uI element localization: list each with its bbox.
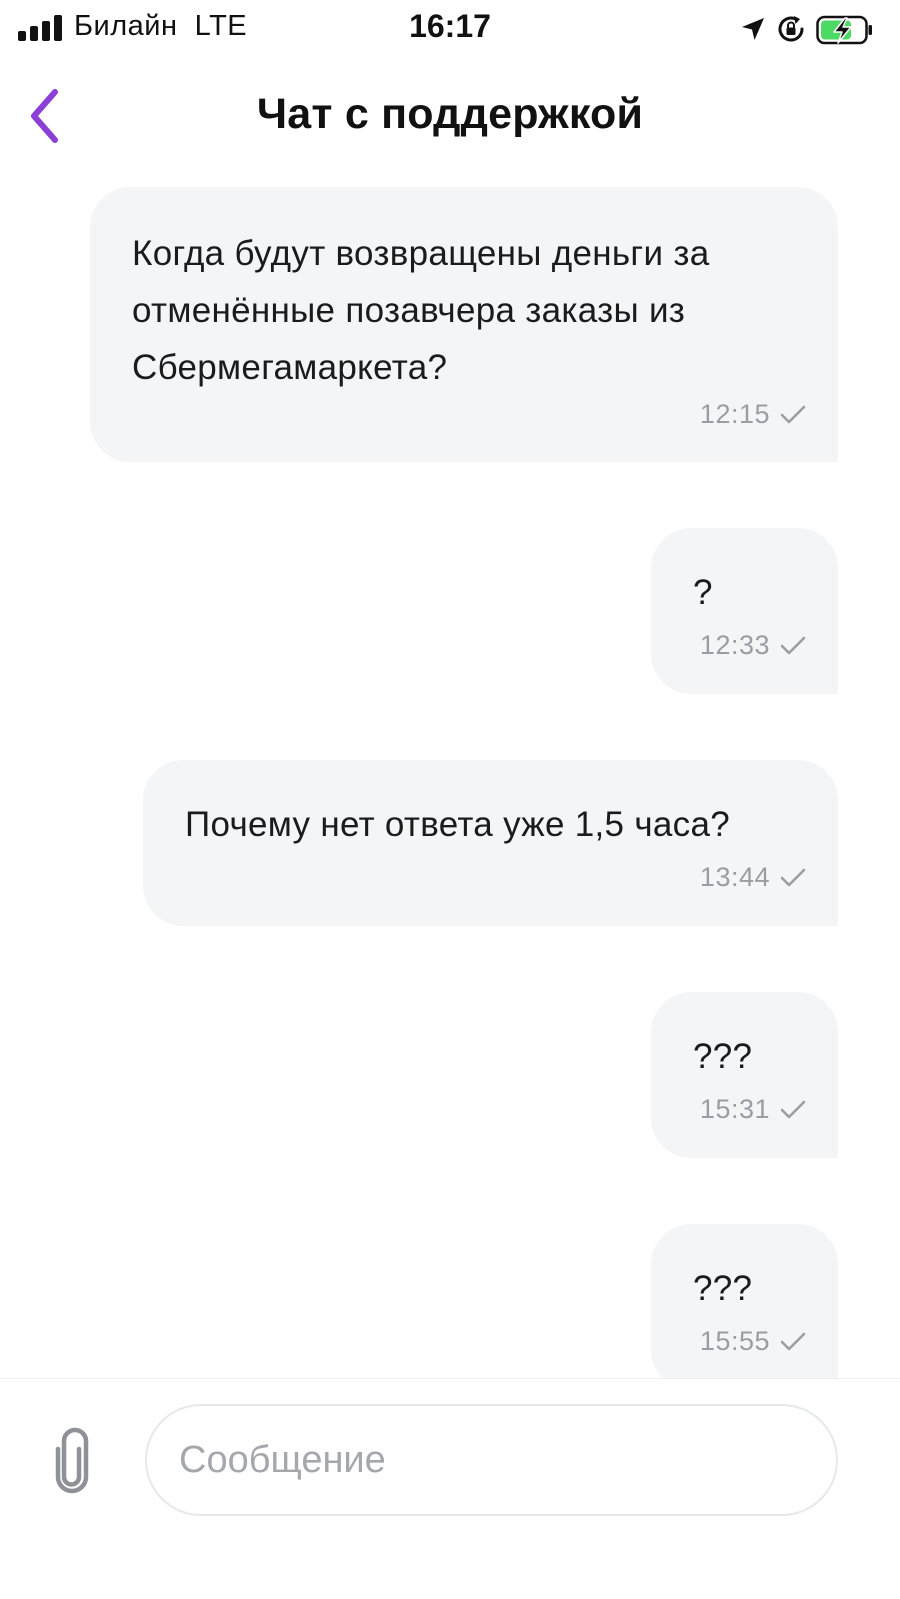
message-text: ? — [693, 573, 713, 612]
battery-charging-icon — [816, 15, 872, 45]
attach-button[interactable] — [40, 1424, 104, 1500]
header: Чат с поддержкой — [0, 60, 900, 175]
message-meta: 15:55 — [700, 1326, 806, 1357]
checkmark-icon — [780, 1332, 806, 1350]
location-arrow-icon — [742, 18, 764, 40]
message-input[interactable] — [145, 1404, 838, 1516]
message-text: ??? — [693, 1269, 753, 1308]
message-text: ??? — [693, 1037, 753, 1076]
message-meta: 12:33 — [700, 630, 806, 661]
message-bubble[interactable]: ??? 15:31 — [651, 992, 838, 1158]
message-time: 15:31 — [699, 1094, 770, 1124]
message-time: 15:55 — [699, 1326, 770, 1356]
message-time: 13:44 — [699, 862, 770, 892]
checkmark-icon — [780, 636, 806, 654]
composer-bar — [0, 1378, 900, 1599]
paperclip-icon — [55, 1427, 89, 1494]
message-text: Почему нет ответа уже 1,5 часа? — [185, 805, 730, 844]
message-bubble[interactable]: Почему нет ответа уже 1,5 часа? 13:44 — [143, 760, 838, 926]
message-bubble[interactable]: Когда будут возвращены деньги за отменён… — [90, 187, 838, 462]
message-text: Когда будут возвращены деньги за отменён… — [132, 234, 710, 387]
message-bubble[interactable]: ? 12:33 — [651, 528, 838, 694]
message-meta: 12:15 — [700, 399, 806, 430]
checkmark-icon — [780, 868, 806, 886]
message-meta: 13:44 — [700, 862, 806, 893]
message-time: 12:15 — [699, 399, 770, 429]
page-title: Чат с поддержкой — [256, 90, 644, 138]
status-icons — [740, 12, 872, 46]
checkmark-icon — [780, 1100, 806, 1118]
message-bubble[interactable]: ??? 15:55 — [651, 1224, 838, 1390]
message-time: 12:33 — [699, 630, 770, 660]
message-meta: 15:31 — [700, 1094, 806, 1125]
checkmark-icon — [780, 405, 806, 423]
status-bar: Билайн LTE 16:17 — [0, 0, 900, 60]
orientation-lock-icon — [778, 16, 804, 42]
